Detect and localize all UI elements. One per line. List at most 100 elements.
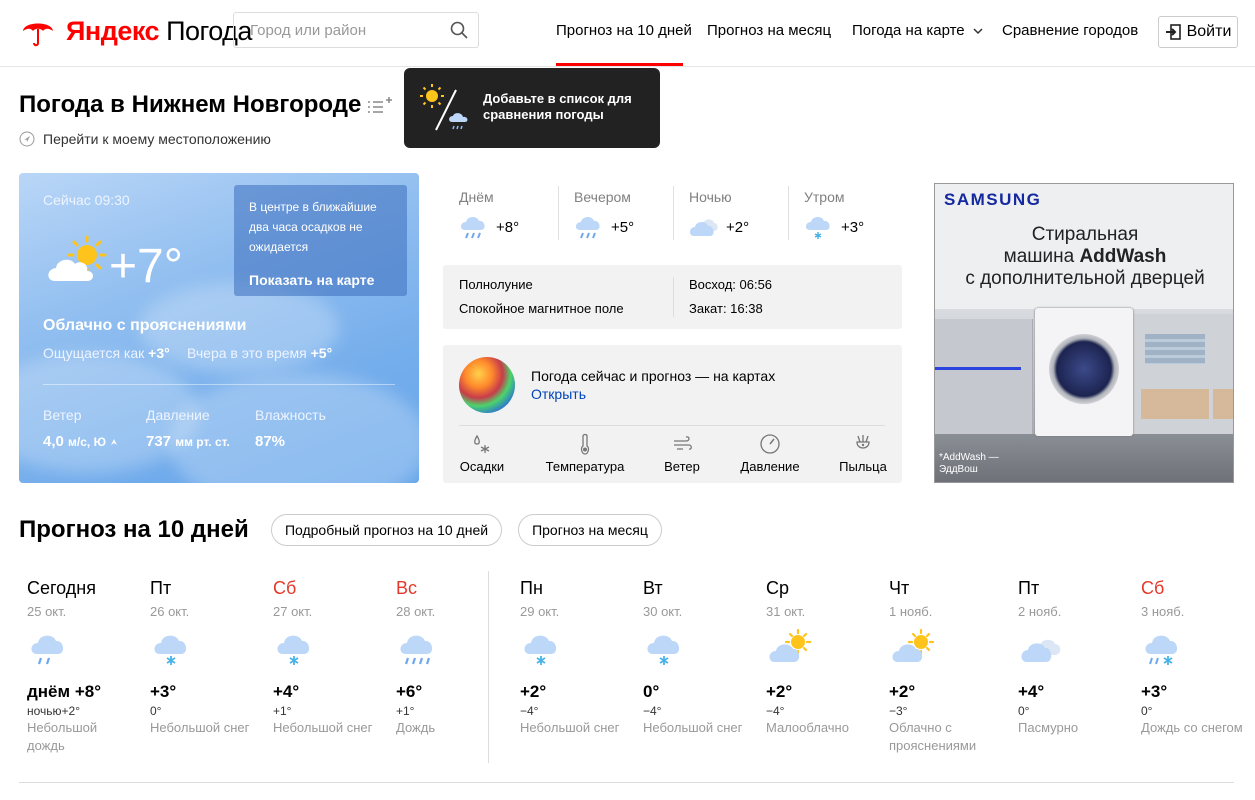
day-name: Вт xyxy=(643,578,663,598)
login-icon xyxy=(1165,24,1181,40)
sun-cloud-icon xyxy=(769,628,812,662)
snow-cloud-icon xyxy=(277,635,310,665)
map-pressure[interactable]: Давление xyxy=(739,433,801,474)
day-part-name: Днём xyxy=(459,189,494,205)
advertisement[interactable]: SAMSUNG Стиральная машина AddWash с допо… xyxy=(934,183,1234,483)
my-location-link[interactable]: Перейти к моему местоположению xyxy=(19,131,271,147)
snow-cloud-icon xyxy=(524,635,557,665)
day-temp-high: +3° xyxy=(150,682,177,701)
forecast-day[interactable]: Пн 29 окт. +2° −4° Небольшой снег xyxy=(520,578,635,768)
nav-forecast-10[interactable]: Прогноз на 10 дней xyxy=(556,22,692,39)
rain-cloud-icon xyxy=(31,635,64,665)
map-pollen[interactable]: Пыльца xyxy=(839,433,887,474)
map-wind-label: Ветер xyxy=(664,459,700,474)
day-date: 26 окт. xyxy=(150,604,190,619)
ad-line-1: Стиральная xyxy=(1031,224,1139,245)
month-forecast-button[interactable]: Прогноз на месяц xyxy=(518,514,662,546)
map-pressure-label: Давление xyxy=(740,459,800,474)
login-button[interactable]: Войти xyxy=(1158,16,1238,48)
forecast-day[interactable]: Чт 1 нояб. +2° −3° Облачно с прояснениями xyxy=(889,578,1004,768)
day-temp-high: днём +8° xyxy=(27,682,101,701)
forecast-day[interactable]: Пт 2 нояб. +4° 0° Пасмурно xyxy=(1018,578,1133,768)
logo[interactable]: Яндекс Погода xyxy=(22,14,252,48)
maps-open-link[interactable]: Открыть xyxy=(531,386,586,402)
day-temp-low: 0° xyxy=(1141,704,1153,718)
day-condition: Пасмурно xyxy=(1018,720,1079,735)
divider xyxy=(43,384,395,385)
ad-headline: Стиральная машина AddWash с дополнительн… xyxy=(935,224,1233,290)
day-name: Пт xyxy=(150,578,172,598)
logo-brand: Яндекс xyxy=(66,15,160,46)
forecast-day[interactable]: Сегодня 25 окт. днём +8° ночью+2° Небольшой … xyxy=(27,578,142,768)
cloudy-icon xyxy=(689,219,718,236)
magnetic-field: Спокойное магнитное поле xyxy=(459,301,624,316)
chevron-down-icon xyxy=(973,28,983,35)
day-name: Ср xyxy=(766,578,790,598)
rain-cloud-icon xyxy=(575,216,600,239)
day-date: 25 окт. xyxy=(27,604,67,619)
wind-direction-icon xyxy=(111,439,118,445)
my-location-label: Перейти к моему местоположению xyxy=(43,131,271,147)
add-to-compare-icon[interactable] xyxy=(366,97,392,117)
map-pollen-label: Пыльца xyxy=(839,459,887,474)
maps-title: Погода сейчас и прогноз — на картах xyxy=(531,368,776,384)
search-icon[interactable] xyxy=(450,21,468,39)
day-date: 31 окт. xyxy=(766,604,806,619)
show-on-map-link[interactable]: Показать на карте xyxy=(249,272,374,288)
pressure-gauge-icon xyxy=(760,434,780,454)
day-part-temp: +3° xyxy=(841,219,865,236)
sunrise: Восход: 06:56 xyxy=(689,277,773,292)
divider xyxy=(19,782,1234,783)
day-temp-low: +1° xyxy=(396,704,415,718)
nav-map[interactable]: Погода на карте xyxy=(852,22,983,39)
search-input[interactable] xyxy=(234,13,434,47)
day-part-temp: +2° xyxy=(726,219,750,236)
feels-like: Ощущается как +3° xyxy=(43,345,170,361)
forecast-day[interactable]: Ср 31 окт. +2° −4° Малооблачно xyxy=(766,578,881,768)
day-date: 1 нояб. xyxy=(889,604,933,619)
current-time: Сейчас 09:30 xyxy=(43,192,130,208)
wind-unit: м/с, Ю xyxy=(68,435,106,449)
day-part-name: Вечером xyxy=(574,189,631,205)
nowcast-text: В центре в ближайшие два часа осадков не… xyxy=(249,200,377,254)
day-temp-low: ночью+2° xyxy=(27,704,81,718)
nav-active-indicator xyxy=(556,63,683,66)
pressure-number: 737 xyxy=(146,433,172,450)
ad-caption: *AddWash — ЭддВош xyxy=(939,452,999,476)
nav-compare[interactable]: Сравнение городов xyxy=(1002,22,1138,39)
snow-cloud-icon xyxy=(805,216,830,239)
forecast-title: Прогноз на 10 дней xyxy=(19,516,249,543)
day-date: 28 окт. xyxy=(396,604,436,619)
nav-forecast-month[interactable]: Прогноз на месяц xyxy=(707,22,831,39)
snow-cloud-icon xyxy=(154,635,187,665)
forecast-day[interactable]: Сб 27 окт. +4° +1° Небольшой снег xyxy=(273,578,388,768)
weather-globe-icon[interactable] xyxy=(459,357,515,413)
day-part: Ночью +2° xyxy=(673,184,788,242)
map-wind[interactable]: Ветер xyxy=(663,433,701,474)
day-temp-low: −4° xyxy=(520,704,539,718)
location-arrow-icon xyxy=(19,131,35,147)
day-temp-high: +4° xyxy=(273,682,300,701)
detailed-forecast-button[interactable]: Подробный прогноз на 10 дней xyxy=(271,514,502,546)
day-temp-low: −4° xyxy=(643,704,662,718)
forecast-day[interactable]: Вт 30 окт. 0° −4° Небольшой снег xyxy=(643,578,758,768)
day-condition: Небольшой снег xyxy=(150,720,250,735)
map-precipitation[interactable]: Осадки xyxy=(459,433,505,474)
day-name: Чт xyxy=(889,578,910,598)
yesterday-label: Вчера в это время xyxy=(187,345,307,361)
forecast-day[interactable]: Вс 28 окт. +6° +1° Дождь xyxy=(396,578,511,768)
pressure-unit: мм рт. ст. xyxy=(175,435,230,449)
partly-cloudy-icon xyxy=(48,235,107,281)
day-temp-high: +2° xyxy=(889,682,916,701)
day-part-name: Утром xyxy=(804,189,845,205)
day-name: Сегодня xyxy=(27,578,96,598)
sunset: Закат: 16:38 xyxy=(689,301,763,316)
day-date: 3 нояб. xyxy=(1141,604,1185,619)
ad-accent-line xyxy=(935,367,1021,370)
map-temperature[interactable]: Температура xyxy=(543,433,627,474)
day-date: 30 окт. xyxy=(643,604,683,619)
forecast-day[interactable]: Сб 3 нояб. +3° 0° Дождь со снегом xyxy=(1141,578,1255,768)
forecast-day[interactable]: Пт 26 окт. +3° 0° Небольшой снег xyxy=(150,578,265,768)
search-box xyxy=(233,12,479,48)
day-temp-high: 0° xyxy=(643,682,660,701)
